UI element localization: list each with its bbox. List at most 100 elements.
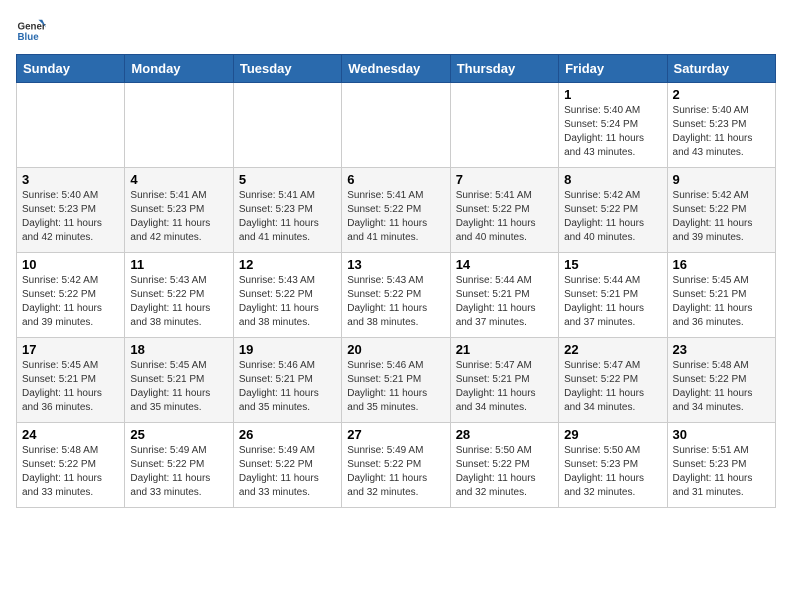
calendar-cell	[17, 83, 125, 168]
day-number: 22	[564, 342, 661, 357]
col-monday: Monday	[125, 55, 233, 83]
calendar-cell	[233, 83, 341, 168]
day-info: Sunrise: 5:49 AM Sunset: 5:22 PM Dayligh…	[347, 444, 444, 500]
day-info: Sunrise: 5:43 AM Sunset: 5:22 PM Dayligh…	[130, 274, 227, 330]
day-info: Sunrise: 5:41 AM Sunset: 5:22 PM Dayligh…	[456, 189, 553, 245]
day-info: Sunrise: 5:49 AM Sunset: 5:22 PM Dayligh…	[239, 444, 336, 500]
calendar-cell: 10Sunrise: 5:42 AM Sunset: 5:22 PM Dayli…	[17, 253, 125, 338]
calendar-cell: 1 Sunrise: 5:40 AM Sunset: 5:24 PM Daylig…	[559, 83, 667, 168]
calendar-cell: 26 Sunrise: 5:49 AM Sunset: 5:22 PM Dayli…	[233, 423, 341, 508]
day-number: 30	[673, 427, 770, 442]
day-info: Sunrise: 5:41 AM Sunset: 5:22 PM Dayligh…	[347, 189, 444, 245]
col-thursday: Thursday	[450, 55, 558, 83]
calendar-cell: 24 Sunrise: 5:48 AM Sunset: 5:22 PM Dayli…	[17, 423, 125, 508]
day-number: 8	[564, 172, 661, 187]
day-number: 15	[564, 257, 661, 272]
day-info: Sunrise: 5:41 AM Sunset: 5:23 PM Dayligh…	[130, 189, 227, 245]
calendar-cell	[342, 83, 450, 168]
col-sunday: Sunday	[17, 55, 125, 83]
day-info: Sunrise: 5:41 AM Sunset: 5:23 PM Dayligh…	[239, 189, 336, 245]
col-wednesday: Wednesday	[342, 55, 450, 83]
calendar-week-5: 24 Sunrise: 5:48 AM Sunset: 5:22 PM Dayli…	[17, 423, 776, 508]
day-info: Sunrise: 5:49 AM Sunset: 5:22 PM Dayligh…	[130, 444, 227, 500]
day-number: 6	[347, 172, 444, 187]
logo: General Blue	[16, 16, 46, 46]
day-number: 4	[130, 172, 227, 187]
day-number: 21	[456, 342, 553, 357]
svg-text:General: General	[18, 22, 47, 33]
day-info: Sunrise: 5:42 AM Sunset: 5:22 PM Dayligh…	[673, 189, 770, 245]
day-number: 29	[564, 427, 661, 442]
day-number: 24	[22, 427, 119, 442]
calendar-cell: 27Sunrise: 5:49 AM Sunset: 5:22 PM Dayli…	[342, 423, 450, 508]
day-number: 1	[564, 87, 661, 102]
calendar-cell: 18Sunrise: 5:45 AM Sunset: 5:21 PM Dayli…	[125, 338, 233, 423]
calendar-cell: 12Sunrise: 5:43 AM Sunset: 5:22 PM Dayli…	[233, 253, 341, 338]
calendar-cell: 14 Sunrise: 5:44 AM Sunset: 5:21 PM Dayli…	[450, 253, 558, 338]
calendar-week-2: 3 Sunrise: 5:40 AM Sunset: 5:23 PM Daylig…	[17, 168, 776, 253]
day-info: Sunrise: 5:45 AM Sunset: 5:21 PM Dayligh…	[22, 359, 119, 415]
day-info: Sunrise: 5:50 AM Sunset: 5:23 PM Dayligh…	[564, 444, 661, 500]
day-info: Sunrise: 5:42 AM Sunset: 5:22 PM Dayligh…	[564, 189, 661, 245]
day-info: Sunrise: 5:48 AM Sunset: 5:22 PM Dayligh…	[22, 444, 119, 500]
calendar-body: 1 Sunrise: 5:40 AM Sunset: 5:24 PM Daylig…	[17, 83, 776, 508]
calendar-cell: 2 Sunrise: 5:40 AM Sunset: 5:23 PM Daylig…	[667, 83, 775, 168]
calendar-cell: 22 Sunrise: 5:47 AM Sunset: 5:22 PM Dayli…	[559, 338, 667, 423]
day-number: 9	[673, 172, 770, 187]
day-info: Sunrise: 5:44 AM Sunset: 5:21 PM Dayligh…	[456, 274, 553, 330]
day-number: 3	[22, 172, 119, 187]
day-number: 25	[130, 427, 227, 442]
day-info: Sunrise: 5:46 AM Sunset: 5:21 PM Dayligh…	[347, 359, 444, 415]
day-number: 18	[130, 342, 227, 357]
calendar-week-1: 1 Sunrise: 5:40 AM Sunset: 5:24 PM Daylig…	[17, 83, 776, 168]
day-info: Sunrise: 5:45 AM Sunset: 5:21 PM Dayligh…	[673, 274, 770, 330]
day-number: 16	[673, 257, 770, 272]
svg-text:Blue: Blue	[18, 32, 40, 43]
calendar-cell: 28Sunrise: 5:50 AM Sunset: 5:22 PM Dayli…	[450, 423, 558, 508]
day-number: 14	[456, 257, 553, 272]
calendar-cell: 7 Sunrise: 5:41 AM Sunset: 5:22 PM Daylig…	[450, 168, 558, 253]
day-number: 7	[456, 172, 553, 187]
day-number: 11	[130, 257, 227, 272]
day-number: 17	[22, 342, 119, 357]
day-number: 26	[239, 427, 336, 442]
day-info: Sunrise: 5:43 AM Sunset: 5:22 PM Dayligh…	[347, 274, 444, 330]
day-number: 13	[347, 257, 444, 272]
day-info: Sunrise: 5:47 AM Sunset: 5:21 PM Dayligh…	[456, 359, 553, 415]
day-number: 12	[239, 257, 336, 272]
day-info: Sunrise: 5:42 AM Sunset: 5:22 PM Dayligh…	[22, 274, 119, 330]
calendar-table: Sunday Monday Tuesday Wednesday Thursday…	[16, 54, 776, 508]
day-info: Sunrise: 5:47 AM Sunset: 5:22 PM Dayligh…	[564, 359, 661, 415]
calendar-cell: 6 Sunrise: 5:41 AM Sunset: 5:22 PM Daylig…	[342, 168, 450, 253]
day-info: Sunrise: 5:40 AM Sunset: 5:24 PM Dayligh…	[564, 104, 661, 160]
day-number: 20	[347, 342, 444, 357]
day-info: Sunrise: 5:51 AM Sunset: 5:23 PM Dayligh…	[673, 444, 770, 500]
calendar-week-3: 10Sunrise: 5:42 AM Sunset: 5:22 PM Dayli…	[17, 253, 776, 338]
day-info: Sunrise: 5:40 AM Sunset: 5:23 PM Dayligh…	[673, 104, 770, 160]
day-info: Sunrise: 5:46 AM Sunset: 5:21 PM Dayligh…	[239, 359, 336, 415]
col-friday: Friday	[559, 55, 667, 83]
calendar-cell: 3 Sunrise: 5:40 AM Sunset: 5:23 PM Daylig…	[17, 168, 125, 253]
calendar-week-4: 17 Sunrise: 5:45 AM Sunset: 5:21 PM Dayli…	[17, 338, 776, 423]
calendar-cell: 9 Sunrise: 5:42 AM Sunset: 5:22 PM Daylig…	[667, 168, 775, 253]
day-info: Sunrise: 5:50 AM Sunset: 5:22 PM Dayligh…	[456, 444, 553, 500]
calendar-cell: 20 Sunrise: 5:46 AM Sunset: 5:21 PM Dayli…	[342, 338, 450, 423]
day-number: 2	[673, 87, 770, 102]
calendar-cell: 13 Sunrise: 5:43 AM Sunset: 5:22 PM Dayli…	[342, 253, 450, 338]
calendar-cell: 30 Sunrise: 5:51 AM Sunset: 5:23 PM Dayli…	[667, 423, 775, 508]
calendar-cell: 19Sunrise: 5:46 AM Sunset: 5:21 PM Dayli…	[233, 338, 341, 423]
header-row: Sunday Monday Tuesday Wednesday Thursday…	[17, 55, 776, 83]
col-saturday: Saturday	[667, 55, 775, 83]
col-tuesday: Tuesday	[233, 55, 341, 83]
calendar-cell: 5Sunrise: 5:41 AM Sunset: 5:23 PM Daylig…	[233, 168, 341, 253]
calendar-cell: 21 Sunrise: 5:47 AM Sunset: 5:21 PM Dayli…	[450, 338, 558, 423]
logo-icon: General Blue	[16, 16, 46, 46]
calendar-cell: 15Sunrise: 5:44 AM Sunset: 5:21 PM Dayli…	[559, 253, 667, 338]
calendar-cell	[450, 83, 558, 168]
calendar-cell: 17 Sunrise: 5:45 AM Sunset: 5:21 PM Dayli…	[17, 338, 125, 423]
calendar-cell: 4 Sunrise: 5:41 AM Sunset: 5:23 PM Daylig…	[125, 168, 233, 253]
page-header: General Blue	[16, 16, 776, 46]
calendar-cell	[125, 83, 233, 168]
day-info: Sunrise: 5:40 AM Sunset: 5:23 PM Dayligh…	[22, 189, 119, 245]
calendar-cell: 23Sunrise: 5:48 AM Sunset: 5:22 PM Dayli…	[667, 338, 775, 423]
